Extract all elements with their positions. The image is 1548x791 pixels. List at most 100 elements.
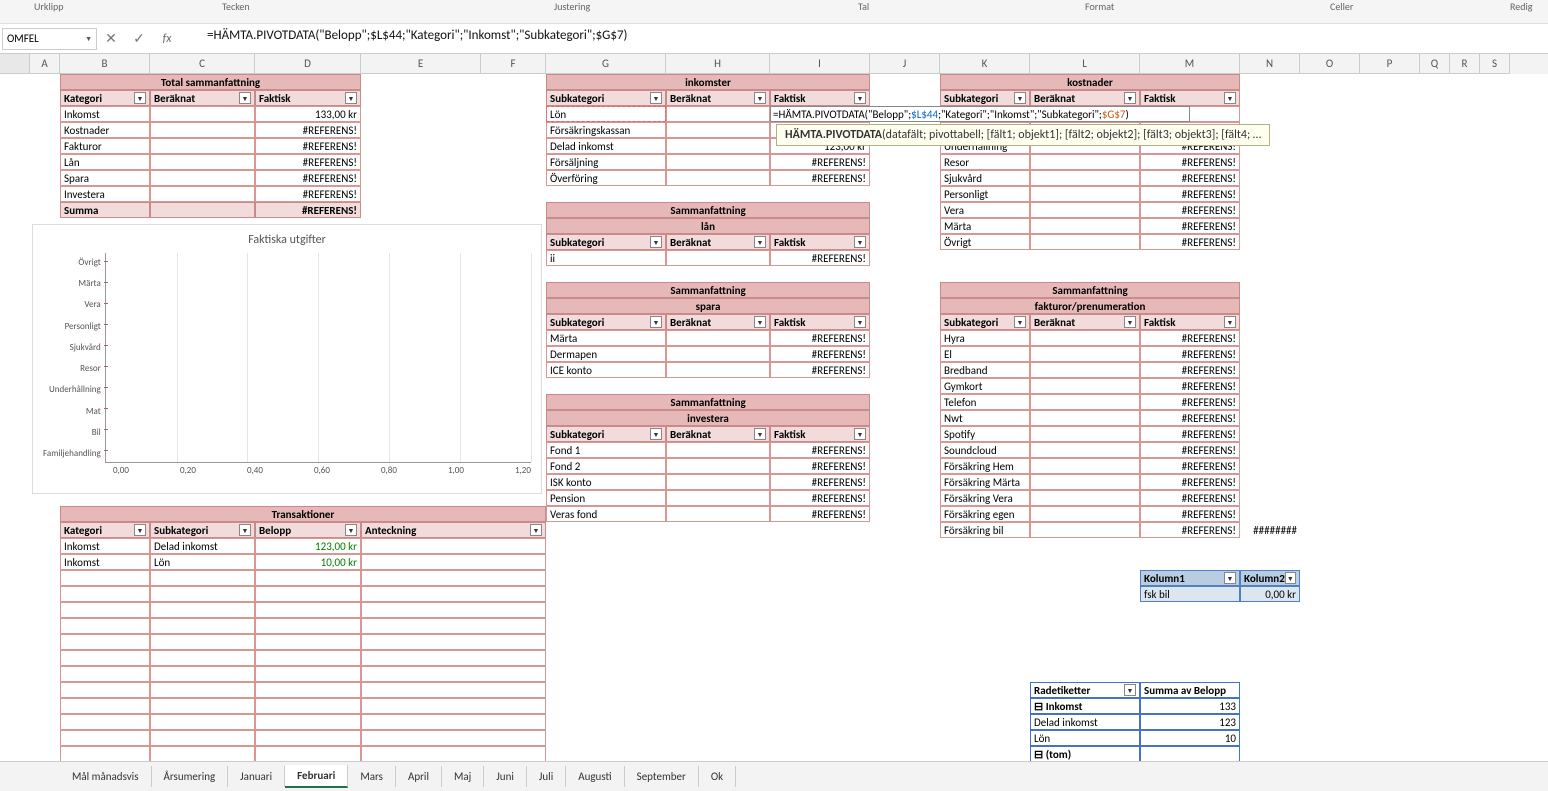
- cell[interactable]: [150, 746, 255, 761]
- table-header[interactable]: Belopp▼: [255, 522, 361, 538]
- cell[interactable]: #REFERENS!: [1140, 474, 1240, 490]
- overflow-cell[interactable]: ########: [1240, 522, 1300, 538]
- sheet-tab[interactable]: Augusti: [566, 766, 624, 787]
- filter-dropdown-icon[interactable]: ▼: [754, 236, 766, 248]
- cell[interactable]: #REFERENS!: [770, 506, 870, 522]
- table-header[interactable]: Kolumn2▼: [1240, 570, 1300, 586]
- cell[interactable]: [255, 682, 361, 698]
- sheet-tab[interactable]: Februari: [285, 765, 348, 788]
- table-header[interactable]: Beräknat▼: [666, 234, 770, 250]
- cell[interactable]: #REFERENS!: [1140, 458, 1240, 474]
- column-header[interactable]: D: [255, 54, 361, 74]
- cell[interactable]: [1030, 170, 1140, 186]
- cell[interactable]: Resor: [940, 154, 1030, 170]
- cell[interactable]: #REFERENS!: [1140, 170, 1240, 186]
- cell[interactable]: [361, 570, 546, 586]
- filter-dropdown-icon[interactable]: ▼: [1124, 684, 1136, 696]
- cell[interactable]: [150, 570, 255, 586]
- column-header[interactable]: P: [1360, 54, 1420, 74]
- cell[interactable]: [1030, 442, 1140, 458]
- cell[interactable]: [666, 154, 770, 170]
- filter-dropdown-icon[interactable]: ▼: [854, 92, 866, 104]
- cell[interactable]: [361, 618, 546, 634]
- table-header[interactable]: Subkategori▼: [940, 90, 1030, 106]
- section-subtitle[interactable]: inkomster: [546, 74, 870, 90]
- table-header[interactable]: Faktisk▼: [1140, 314, 1240, 330]
- sheet-tab[interactable]: Mars: [348, 766, 396, 787]
- cell[interactable]: 10: [1140, 730, 1240, 746]
- cell[interactable]: [255, 634, 361, 650]
- cell[interactable]: #REFERENS!: [770, 170, 870, 186]
- cell[interactable]: 133: [1140, 698, 1240, 714]
- cell[interactable]: [361, 634, 546, 650]
- cell[interactable]: #REFERENS!: [1140, 154, 1240, 170]
- cell[interactable]: [255, 698, 361, 714]
- cell-value[interactable]: #REFERENS!: [255, 138, 361, 154]
- cell[interactable]: #REFERENS!: [1140, 186, 1240, 202]
- cell[interactable]: ICE konto: [546, 362, 666, 378]
- cell[interactable]: [60, 682, 150, 698]
- cell[interactable]: Försäkring Hem: [940, 458, 1030, 474]
- cell[interactable]: [1030, 234, 1140, 250]
- table-header[interactable]: Subkategori▼: [150, 522, 255, 538]
- cell-value[interactable]: #REFERENS!: [255, 122, 361, 138]
- cell[interactable]: #REFERENS!: [770, 250, 870, 266]
- cell[interactable]: 10,00 kr: [255, 554, 361, 570]
- filter-dropdown-icon[interactable]: ▼: [1224, 316, 1236, 328]
- cell-value[interactable]: #REFERENS!: [255, 154, 361, 170]
- cell[interactable]: [60, 714, 150, 730]
- cell[interactable]: #REFERENS!: [1140, 202, 1240, 218]
- section-subtitle[interactable]: investera: [546, 410, 870, 426]
- column-header[interactable]: F: [481, 54, 546, 74]
- cell[interactable]: [60, 602, 150, 618]
- table-header[interactable]: Beräknat▼: [1030, 314, 1140, 330]
- cell[interactable]: #REFERENS!: [1140, 394, 1240, 410]
- cell[interactable]: #REFERENS!: [1140, 362, 1240, 378]
- cell[interactable]: Nwt: [940, 410, 1030, 426]
- cell[interactable]: [150, 106, 255, 122]
- filter-dropdown-icon[interactable]: ▼: [650, 236, 662, 248]
- filter-dropdown-icon[interactable]: ▼: [1224, 572, 1236, 584]
- filter-dropdown-icon[interactable]: ▼: [650, 428, 662, 440]
- cell[interactable]: [1030, 410, 1140, 426]
- sheet-tab[interactable]: Ok: [699, 766, 736, 787]
- cell[interactable]: [60, 570, 150, 586]
- filter-dropdown-icon[interactable]: ▼: [1124, 316, 1136, 328]
- spreadsheet-grid[interactable]: ABCDEFGHIJKLMNOPQRS Total sammanfattning…: [0, 54, 1548, 761]
- cell[interactable]: #REFERENS!: [1140, 426, 1240, 442]
- cell[interactable]: [1030, 474, 1140, 490]
- cell[interactable]: #REFERENS!: [770, 154, 870, 170]
- cell[interactable]: Försäkring egen: [940, 506, 1030, 522]
- table-header[interactable]: Beräknat▼: [1030, 90, 1140, 106]
- column-header[interactable]: S: [1480, 54, 1510, 74]
- cell[interactable]: [150, 186, 255, 202]
- cell[interactable]: [666, 442, 770, 458]
- column-header[interactable]: I: [770, 54, 870, 74]
- cell[interactable]: [361, 682, 546, 698]
- table-header[interactable]: Anteckning▼: [361, 522, 546, 538]
- cell[interactable]: [60, 586, 150, 602]
- column-header[interactable]: J: [870, 54, 940, 74]
- sheet-tab[interactable]: Januari: [228, 766, 285, 787]
- cell[interactable]: [150, 618, 255, 634]
- cell[interactable]: Gymkort: [940, 378, 1030, 394]
- cell[interactable]: [361, 730, 546, 746]
- filter-dropdown-icon[interactable]: ▼: [854, 236, 866, 248]
- cell[interactable]: [361, 698, 546, 714]
- cell[interactable]: [150, 602, 255, 618]
- cell[interactable]: [150, 714, 255, 730]
- filter-dropdown-icon[interactable]: ▼: [650, 92, 662, 104]
- cell[interactable]: Hyra: [940, 330, 1030, 346]
- cell[interactable]: [1030, 330, 1140, 346]
- cell[interactable]: Försäkring Vera: [940, 490, 1030, 506]
- sheet-tab[interactable]: September: [625, 766, 699, 787]
- cell[interactable]: [666, 458, 770, 474]
- chart-actual-expenses[interactable]: Faktiska utgifterÖvrigtMärtaVeraPersonli…: [32, 224, 542, 494]
- cell[interactable]: [150, 154, 255, 170]
- cell[interactable]: [1030, 458, 1140, 474]
- cell[interactable]: Soundcloud: [940, 442, 1030, 458]
- cell[interactable]: [361, 586, 546, 602]
- cell[interactable]: ISK konto: [546, 474, 666, 490]
- filter-dropdown-icon[interactable]: ▼: [345, 92, 357, 104]
- cell[interactable]: [1030, 346, 1140, 362]
